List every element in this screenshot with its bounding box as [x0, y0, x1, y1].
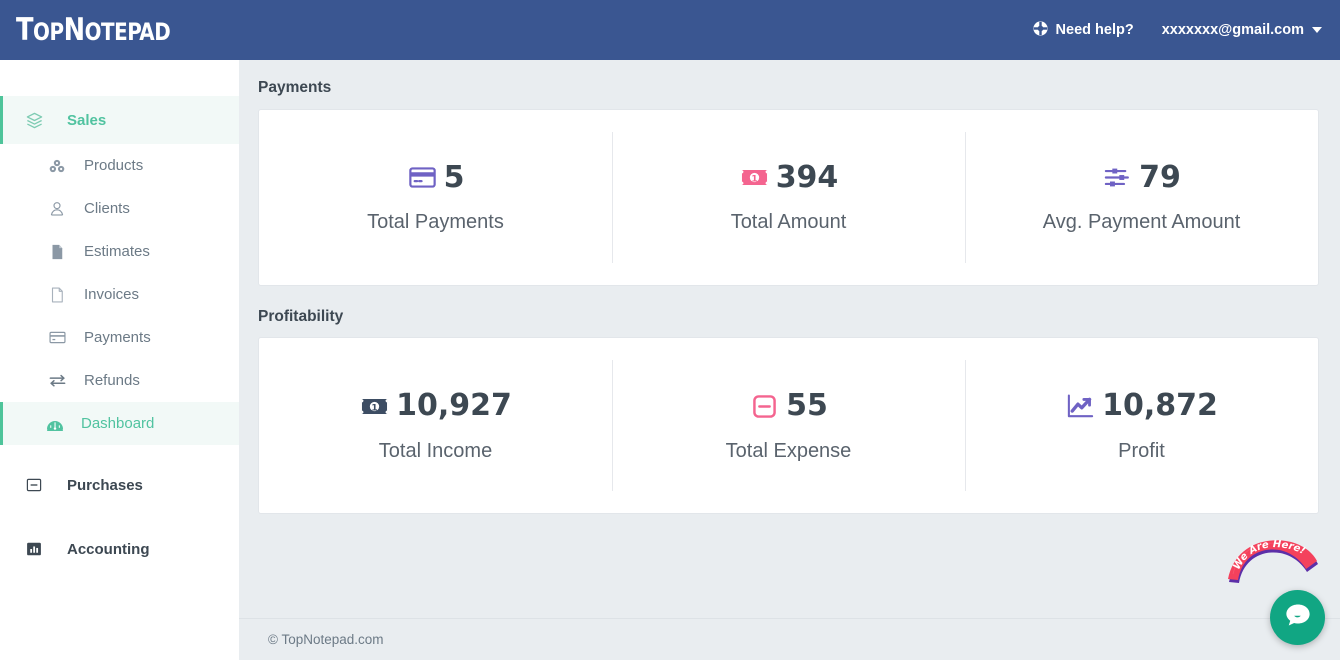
sidebar-group-label: Accounting [67, 540, 150, 558]
sidebar-item-payments[interactable]: Payments [0, 316, 239, 359]
chat-bubble-icon [1283, 600, 1313, 635]
sidebar-item-label: Estimates [84, 243, 150, 260]
we-are-here-badge[interactable]: We Are Here! [1225, 538, 1321, 586]
stat-total-income: 1 10,927 Total Income [259, 338, 612, 513]
layers-icon [25, 111, 55, 130]
stat-label: Total Expense [725, 439, 852, 462]
stat-label: Profit [1118, 439, 1165, 462]
stat-value-row: 5 [407, 159, 465, 195]
exchange-arrows-icon [48, 371, 74, 390]
top-header-bar: TOPNOTEPAD Need help? xxxxxxx@gmail.com [0, 0, 1340, 60]
sidebar-item-estimates[interactable]: Estimates [0, 230, 239, 273]
stat-label: Total Amount [730, 211, 847, 233]
sidebar-item-label: Products [84, 157, 144, 174]
sidebar-item-label: Dashboard [81, 415, 155, 432]
logo-top-text: OP [33, 18, 64, 46]
need-help-label: Need help? [1055, 22, 1134, 38]
sidebar-item-label: Invoices [84, 286, 140, 303]
sidebar-group-accounting[interactable]: Accounting [0, 525, 239, 573]
stat-value: 55 [786, 388, 828, 423]
footer-copyright: © TopNotepad.com [268, 632, 384, 647]
stat-total-payments: 5 Total Payments [259, 110, 612, 285]
sidebar-item-refunds[interactable]: Refunds [0, 359, 239, 402]
chat-widget-button[interactable] [1270, 590, 1325, 645]
stat-value: 394 [775, 159, 839, 195]
bar-chart-icon [25, 540, 55, 558]
sidebar-item-clients[interactable]: Clients [0, 187, 239, 230]
page-footer: © TopNotepad.com [239, 618, 1340, 660]
sidebar-group-sales[interactable]: Sales [0, 96, 239, 144]
main-content: Payments 5 Total Payments 1 394 Total Am… [239, 60, 1340, 660]
sidebar-group-purchases[interactable]: Purchases [0, 461, 239, 509]
stat-profit: 10,872 Profit [965, 338, 1318, 513]
stat-value-row: 1 10,927 [359, 391, 512, 422]
sliders-icon [1102, 162, 1133, 193]
header-right-controls: Need help? xxxxxxx@gmail.com [1032, 20, 1322, 41]
stat-value-row: 1 394 [739, 159, 839, 195]
stat-value: 79 [1139, 159, 1181, 195]
stat-total-amount: 1 394 Total Amount [612, 110, 965, 285]
sidebar-item-products[interactable]: Products [0, 144, 239, 187]
minus-square-icon [25, 476, 55, 494]
section-title-payments: Payments [258, 79, 332, 96]
sidebar-item-label: Clients [84, 200, 130, 217]
credit-card-icon [48, 328, 74, 347]
stat-label: Total Payments [367, 211, 504, 233]
banknote-icon: 1 [739, 162, 770, 193]
speedometer-icon [45, 414, 71, 434]
user-account-menu[interactable]: xxxxxxx@gmail.com [1162, 22, 1322, 38]
sidebar-item-dashboard[interactable]: Dashboard [0, 402, 239, 445]
need-help-button[interactable]: Need help? [1032, 20, 1134, 41]
user-icon [48, 200, 74, 218]
svg-text:1: 1 [371, 403, 377, 413]
sidebar-item-label: Refunds [84, 372, 140, 389]
stat-total-expense: 55 Total Expense [612, 338, 965, 513]
minus-rounded-icon [749, 391, 780, 422]
sidebar-item-invoices[interactable]: Invoices [0, 273, 239, 316]
sidebar-nav: Sales Products Clients Estimates Invoice… [0, 60, 239, 660]
sidebar-item-label: Payments [84, 329, 151, 346]
sidebar-group-label: Sales [67, 111, 107, 129]
credit-card-icon [407, 162, 438, 193]
document-filled-icon [48, 243, 74, 261]
lifebuoy-icon [1032, 20, 1049, 41]
app-logo[interactable]: TOPNOTEPAD [16, 12, 171, 48]
stat-value: 5 [443, 159, 465, 195]
sidebar-group-label: Purchases [67, 476, 143, 494]
stat-value: 10,872 [1102, 388, 1218, 423]
svg-text:1: 1 [751, 175, 757, 185]
profitability-stats-card: 1 10,927 Total Income 55 Total Expense 1… [258, 337, 1319, 514]
stat-value: 10,927 [396, 388, 512, 423]
stat-avg-payment-amount: 79 Avg. Payment Amount [965, 110, 1318, 285]
chevron-down-icon [1312, 27, 1322, 33]
trending-up-icon [1065, 391, 1096, 422]
stat-value-row: 55 [749, 391, 828, 422]
stat-label: Avg. Payment Amount [1042, 211, 1241, 233]
stat-value-row: 10,872 [1065, 391, 1218, 422]
stat-value-row: 79 [1102, 162, 1181, 193]
banknote-dark-icon: 1 [359, 391, 390, 422]
user-email-label: xxxxxxx@gmail.com [1161, 22, 1304, 38]
stat-label: Total Income [378, 439, 493, 462]
payments-stats-card: 5 Total Payments 1 394 Total Amount 79 A… [258, 108, 1319, 286]
products-icon [48, 157, 74, 175]
section-title-profitability: Profitability [258, 307, 344, 325]
logo-note-text: OTEPAD [84, 18, 171, 46]
document-icon [48, 286, 74, 304]
